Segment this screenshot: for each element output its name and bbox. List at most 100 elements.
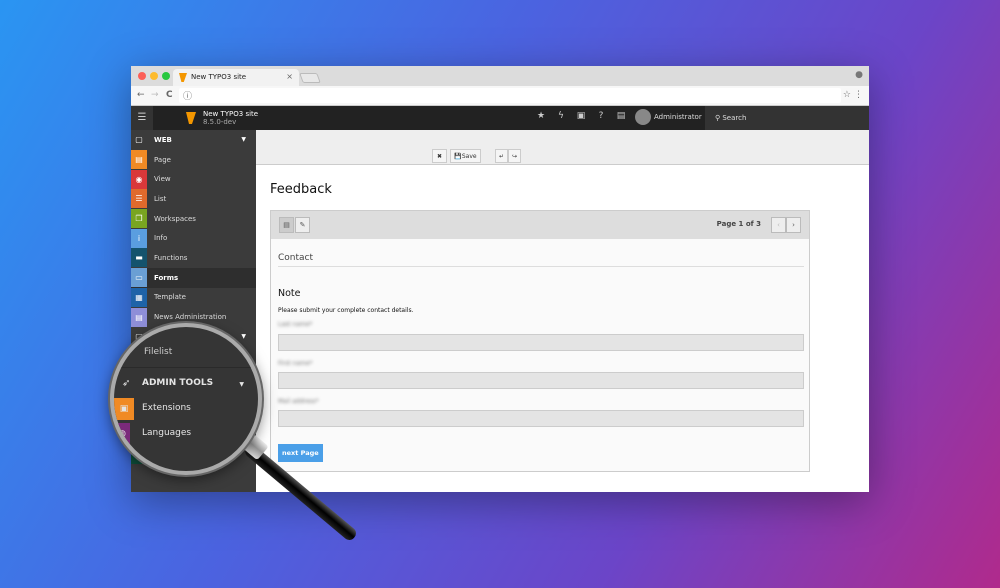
maximize-window-button[interactable] (162, 72, 170, 80)
sidebar-item-info[interactable]: i Info (131, 228, 256, 248)
save-button[interactable]: 💾 Save (450, 149, 481, 163)
next-page-button[interactable]: next Page (278, 444, 323, 462)
forms-icon: ▭ (131, 268, 147, 288)
preview-icon[interactable]: ▤ (279, 217, 294, 233)
typo3-logo-icon (179, 73, 187, 82)
first-name-input[interactable] (278, 372, 804, 389)
devices-icon[interactable]: ▣ (571, 111, 591, 121)
typo3-logo-icon (186, 112, 196, 124)
content-area: ✖ 💾 Save ↵ ↪ Feedback ▤ ✎ Page 1 of 3 ‹ ›… (256, 130, 869, 492)
sidebar-item-label: Functions (154, 253, 188, 262)
redo-button[interactable]: ↪ (508, 149, 521, 163)
field-label: First name* (278, 360, 313, 367)
list-icon: ☰ (131, 189, 147, 209)
sidebar-item-workspaces[interactable]: ❐ Workspaces (131, 209, 256, 229)
rocket-icon: ➶ (122, 378, 131, 389)
chevron-down-icon[interactable]: ▼ (241, 333, 246, 340)
sidebar-item-forms[interactable]: ▭ Forms (131, 267, 256, 288)
user-menu[interactable]: Administrator (635, 109, 702, 125)
site-version: 8.5.0-dev (203, 118, 237, 126)
magnified-languages: Languages (142, 428, 192, 438)
extensions-icon: ▣ (114, 398, 134, 420)
mail-address-input[interactable] (278, 410, 804, 427)
page-title: Feedback (270, 182, 332, 197)
sidebar-item-label: Page (154, 155, 171, 164)
workspaces-icon: ❐ (131, 209, 147, 229)
close-tab-icon[interactable]: × (286, 72, 293, 81)
close-button[interactable]: ✖ (432, 149, 447, 163)
web-icon: ▢ (131, 130, 147, 150)
info-icon: i (131, 228, 147, 248)
last-name-input[interactable] (278, 334, 804, 351)
sidebar-item-label: List (154, 194, 167, 203)
magnified-extensions: Extensions (142, 403, 191, 413)
pagination-label: Page 1 of 3 (716, 220, 761, 228)
help-icon[interactable]: ? (591, 111, 611, 121)
browser-menu-icon[interactable]: ⋮ (854, 90, 863, 100)
site-name[interactable]: New TYPO3 site 8.5.0-dev (203, 110, 258, 126)
sidebar-item-view[interactable]: ◉ View (131, 169, 256, 189)
view-icon: ◉ (131, 169, 147, 189)
menu-toggle-icon[interactable]: ☰ (131, 106, 153, 130)
sidebar-item-label: View (154, 175, 171, 184)
typo3-topbar: ☰ New TYPO3 site 8.5.0-dev ★ ϟ ▣? ▤ Administ… (131, 106, 869, 130)
magnified-admin-tools: ADMIN TOOLS (142, 378, 214, 388)
form-panel: ▤ ✎ Page 1 of 3 ‹ › Contact Note Please … (270, 210, 810, 472)
field-label: Mail address* (278, 398, 319, 405)
sidebar-item-page[interactable]: ▤ Page (131, 150, 256, 170)
chevron-down-icon[interactable]: ▼ (241, 136, 246, 143)
list-icon[interactable]: ▤ (611, 111, 631, 121)
url-input[interactable]: ⓘ (179, 88, 841, 103)
sidebar-item-label: Forms (154, 273, 179, 282)
avatar (635, 109, 651, 125)
sidebar-item-template[interactable]: ▦ Template (131, 287, 256, 308)
account-icon[interactable]: ● (855, 70, 863, 80)
forward-icon[interactable]: → (151, 90, 159, 100)
info-icon: ⓘ (183, 92, 193, 102)
undo-button[interactable]: ↵ (495, 149, 508, 163)
sidebar-item-list[interactable]: ☰ List (131, 189, 256, 209)
tab-bar: New TYPO3 site × ● (131, 66, 869, 86)
save-icon: 💾 (454, 152, 462, 160)
section-heading: Contact (278, 253, 804, 267)
magnified-filelist: Filelist (144, 347, 173, 357)
next-page-arrow-button[interactable]: › (786, 217, 801, 233)
page-icon: ▤ (131, 150, 147, 170)
sidebar-item-label: Template (154, 293, 186, 302)
edit-icon[interactable]: ✎ (295, 217, 310, 233)
reload-icon[interactable]: C (166, 90, 173, 100)
sidebar-item-label: Info (154, 234, 168, 243)
languages-icon: ◍ (114, 423, 130, 445)
magnifier-lens: Filelist ➶ ADMIN TOOLS ▼ ▣ Extensions ◍ … (110, 323, 262, 475)
tab-title: New TYPO3 site (191, 73, 247, 81)
docheader: ✖ 💾 Save ↵ ↪ (256, 130, 869, 165)
bolt-icon[interactable]: ϟ (551, 111, 571, 121)
minimize-window-button[interactable] (150, 72, 158, 80)
address-bar: ← → C ⓘ ☆ ⋮ (131, 86, 869, 106)
panel-header: ▤ ✎ Page 1 of 3 ‹ › (271, 211, 809, 239)
sidebar-item-label: Workspaces (154, 214, 196, 223)
functions-icon: ▬ (131, 248, 147, 268)
star-icon[interactable]: ★ (531, 111, 551, 121)
bookmark-icon[interactable]: ☆ (843, 90, 851, 100)
sidebar-item-label: WEB (154, 135, 172, 144)
sidebar-item-functions[interactable]: ▬ Functions (131, 248, 256, 268)
sidebar-item-label: News Administration (154, 313, 227, 322)
search-label: Search (722, 114, 747, 122)
field-label: Last name* (278, 321, 313, 328)
note-title: Note (278, 288, 301, 299)
chevron-down-icon: ▼ (239, 381, 244, 388)
sidebar-item-web[interactable]: ▢ WEB ▼ (131, 130, 256, 150)
browser-tab[interactable]: New TYPO3 site × (173, 69, 299, 86)
divider (114, 367, 258, 368)
news-administration-icon: ▤ (131, 307, 147, 327)
back-icon[interactable]: ← (137, 90, 145, 100)
search-button[interactable]: ⚲ Search (705, 106, 869, 130)
prev-page-button[interactable]: ‹ (771, 217, 786, 233)
new-tab-button[interactable] (299, 73, 321, 83)
template-icon: ▦ (131, 287, 147, 307)
site-title: New TYPO3 site (203, 110, 259, 118)
close-window-button[interactable] (138, 72, 146, 80)
user-name: Administrator (654, 113, 702, 121)
save-label: Save (461, 152, 477, 160)
